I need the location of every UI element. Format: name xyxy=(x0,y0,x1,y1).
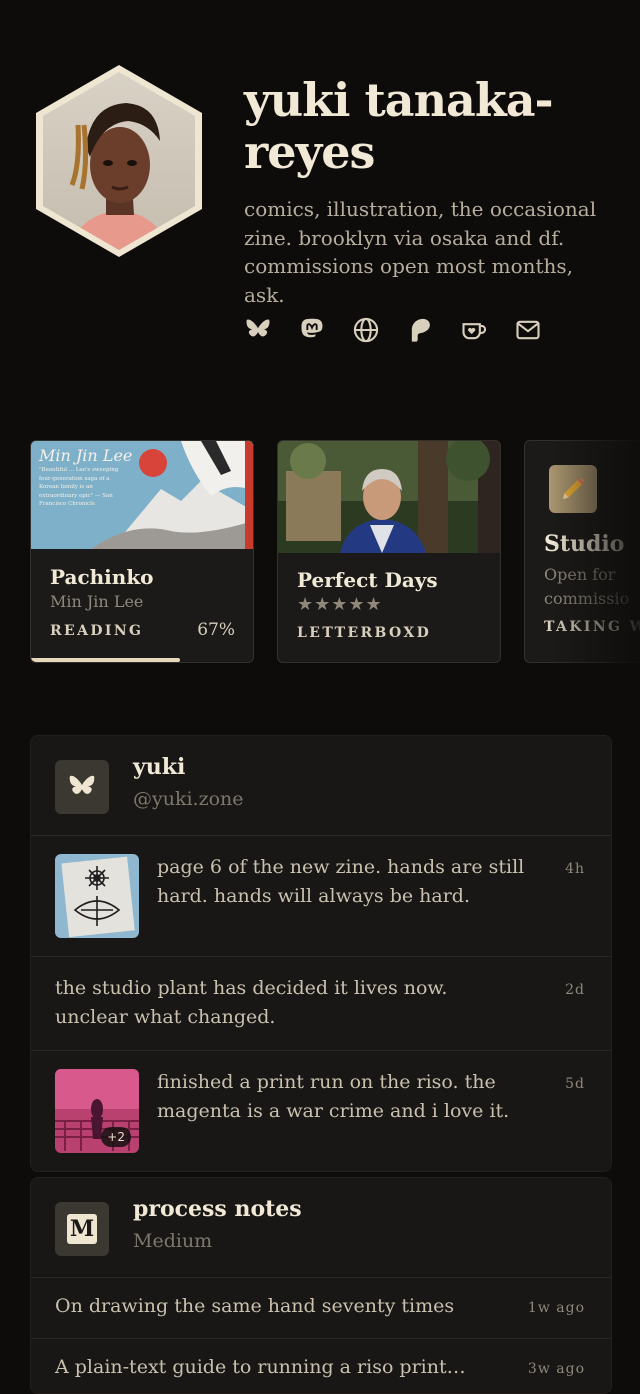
bluesky-feed: yuki @yuki.zone page 6 of the new zine. … xyxy=(30,735,612,1172)
website-link[interactable] xyxy=(352,314,380,346)
email-link[interactable] xyxy=(514,314,542,346)
post-time: 5d xyxy=(565,1076,585,1092)
article-title: A plain-text guide to running a riso pri… xyxy=(55,1356,466,1378)
feed-name: yuki xyxy=(133,754,186,780)
mastodon-icon xyxy=(301,318,323,338)
kofi-link[interactable] xyxy=(460,314,488,346)
medium-icon: M xyxy=(67,1214,97,1244)
reading-percent: 67% xyxy=(197,620,235,640)
reading-card[interactable]: Min Jin Lee "Beautiful ... Lee's sweepin… xyxy=(30,440,254,663)
social-links xyxy=(244,314,542,346)
card-status-tag: READING xyxy=(50,623,144,639)
bluesky-link[interactable] xyxy=(244,314,272,346)
feed-post[interactable]: page 6 of the new zine. hands are still … xyxy=(31,836,611,957)
pencil-icon xyxy=(563,478,584,499)
avatar xyxy=(36,65,202,257)
feed-badge xyxy=(55,760,109,814)
more-images-badge: +2 xyxy=(101,1127,131,1147)
rating-stars: ★★★★★ xyxy=(297,594,383,615)
profile-bio: comics, illustration, the occasional zin… xyxy=(244,197,597,307)
patreon-icon xyxy=(411,318,430,342)
feed-post[interactable]: +2 finished a print run on the riso. the… xyxy=(31,1051,611,1171)
bluesky-icon xyxy=(69,775,95,794)
mastodon-link[interactable] xyxy=(298,314,326,346)
film-still xyxy=(278,441,500,553)
post-thumbnail xyxy=(55,854,139,938)
post-text: finished a print run on the riso. the ma… xyxy=(157,1071,510,1122)
cover-blurb: "Beautiful ... Lee's sweeping four-gener… xyxy=(39,467,119,507)
card-status-tag: TAKING W xyxy=(544,619,640,635)
feed-handle: @yuki.zone xyxy=(133,788,244,810)
article-row[interactable]: On drawing the same hand seventy times 1… xyxy=(31,1278,611,1339)
card-subtitle: Open for commissio xyxy=(544,563,630,611)
book-cover: Min Jin Lee "Beautiful ... Lee's sweepin… xyxy=(31,441,253,549)
status-cards: Min Jin Lee "Beautiful ... Lee's sweepin… xyxy=(30,440,640,665)
post-time: 4h xyxy=(565,861,585,877)
article-age: 3w ago xyxy=(527,1361,585,1377)
feed-platform: Medium xyxy=(133,1230,213,1252)
feed-name: process notes xyxy=(133,1196,302,1222)
kofi-icon xyxy=(462,323,487,340)
mail-icon xyxy=(516,320,540,340)
post-text: the studio plant has decided it lives no… xyxy=(55,977,448,1028)
card-source-tag: LETTERBOXD xyxy=(297,625,432,641)
post-time: 2d xyxy=(565,982,585,998)
bluesky-icon xyxy=(246,319,270,337)
studio-badge xyxy=(549,465,597,513)
feed-post[interactable]: the studio plant has decided it lives no… xyxy=(31,957,611,1051)
studio-card[interactable]: Studio Open for commissio TAKING W xyxy=(524,440,640,663)
medium-feed: M process notes Medium On drawing the sa… xyxy=(30,1177,612,1394)
article-row[interactable]: A plain-text guide to running a riso pri… xyxy=(31,1339,611,1393)
card-title: Pachinko xyxy=(50,565,154,589)
reading-progress-bar xyxy=(31,658,180,662)
article-title: On drawing the same hand seventy times xyxy=(55,1295,455,1317)
cover-author: Min Jin Lee xyxy=(39,446,133,465)
feed-header[interactable]: M process notes Medium xyxy=(31,1178,611,1278)
profile-name: yuki tanaka-reyes xyxy=(244,73,554,179)
post-text: page 6 of the new zine. hands are still … xyxy=(157,856,525,907)
card-subtitle: Min Jin Lee xyxy=(50,592,144,611)
feed-badge: M xyxy=(55,1202,109,1256)
card-title: Studio xyxy=(544,531,625,557)
article-age: 1w ago xyxy=(527,1300,585,1316)
feed-header[interactable]: yuki @yuki.zone xyxy=(31,736,611,836)
patreon-link[interactable] xyxy=(406,314,434,346)
studio-status-text: Open for commissio xyxy=(544,565,630,608)
card-title: Perfect Days xyxy=(297,568,438,592)
globe-icon xyxy=(353,317,379,343)
profile-header: yuki tanaka-reyes comics, illustration, … xyxy=(0,0,640,400)
post-thumbnail: +2 xyxy=(55,1069,139,1153)
film-card[interactable]: Perfect Days ★★★★★ LETTERBOXD xyxy=(277,440,501,663)
